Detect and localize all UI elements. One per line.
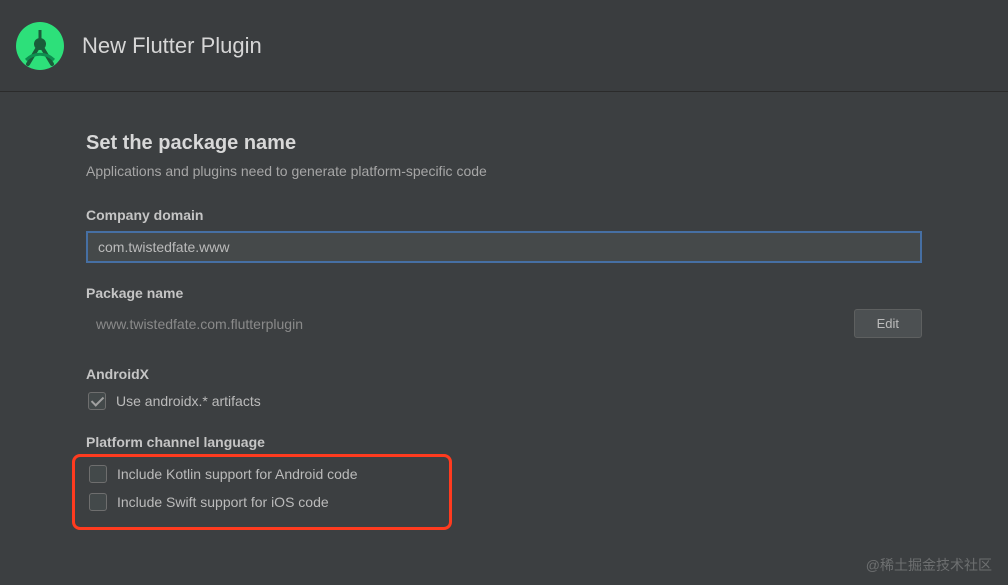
header-bar: New Flutter Plugin <box>0 0 1008 92</box>
kotlin-checkbox-row: Include Kotlin support for Android code <box>87 465 437 483</box>
swift-checkbox-label[interactable]: Include Swift support for iOS code <box>117 494 329 510</box>
swift-checkbox[interactable] <box>89 493 107 511</box>
androidx-group-label: AndroidX <box>86 366 922 382</box>
swift-checkbox-row: Include Swift support for iOS code <box>87 493 437 511</box>
androidx-checkbox[interactable] <box>88 392 106 410</box>
highlight-box: Include Kotlin support for Android code … <box>72 454 452 530</box>
section-title: Set the package name <box>86 132 922 155</box>
package-name-value: www.twistedfate.com.flutterplugin <box>86 316 854 332</box>
androidx-checkbox-label[interactable]: Use androidx.* artifacts <box>116 393 261 409</box>
kotlin-checkbox[interactable] <box>89 465 107 483</box>
androidx-checkbox-row: Use androidx.* artifacts <box>86 392 922 410</box>
platform-channel-group-label: Platform channel language <box>86 434 922 450</box>
package-name-row: www.twistedfate.com.flutterplugin Edit <box>86 309 922 338</box>
package-name-label: Package name <box>86 285 922 301</box>
android-studio-logo-icon <box>16 22 64 70</box>
kotlin-checkbox-label[interactable]: Include Kotlin support for Android code <box>117 466 358 482</box>
androidx-section: AndroidX Use androidx.* artifacts <box>86 366 922 410</box>
section-subtitle: Applications and plugins need to generat… <box>86 163 922 179</box>
watermark: @稀土掘金技术社区 <box>866 555 992 575</box>
content-area: Set the package name Applications and pl… <box>0 92 1008 530</box>
company-domain-input[interactable] <box>86 231 922 263</box>
dialog-title: New Flutter Plugin <box>82 33 262 59</box>
company-domain-label: Company domain <box>86 207 922 223</box>
edit-button[interactable]: Edit <box>854 309 922 338</box>
platform-channel-section: Platform channel language Include Kotlin… <box>86 434 922 530</box>
